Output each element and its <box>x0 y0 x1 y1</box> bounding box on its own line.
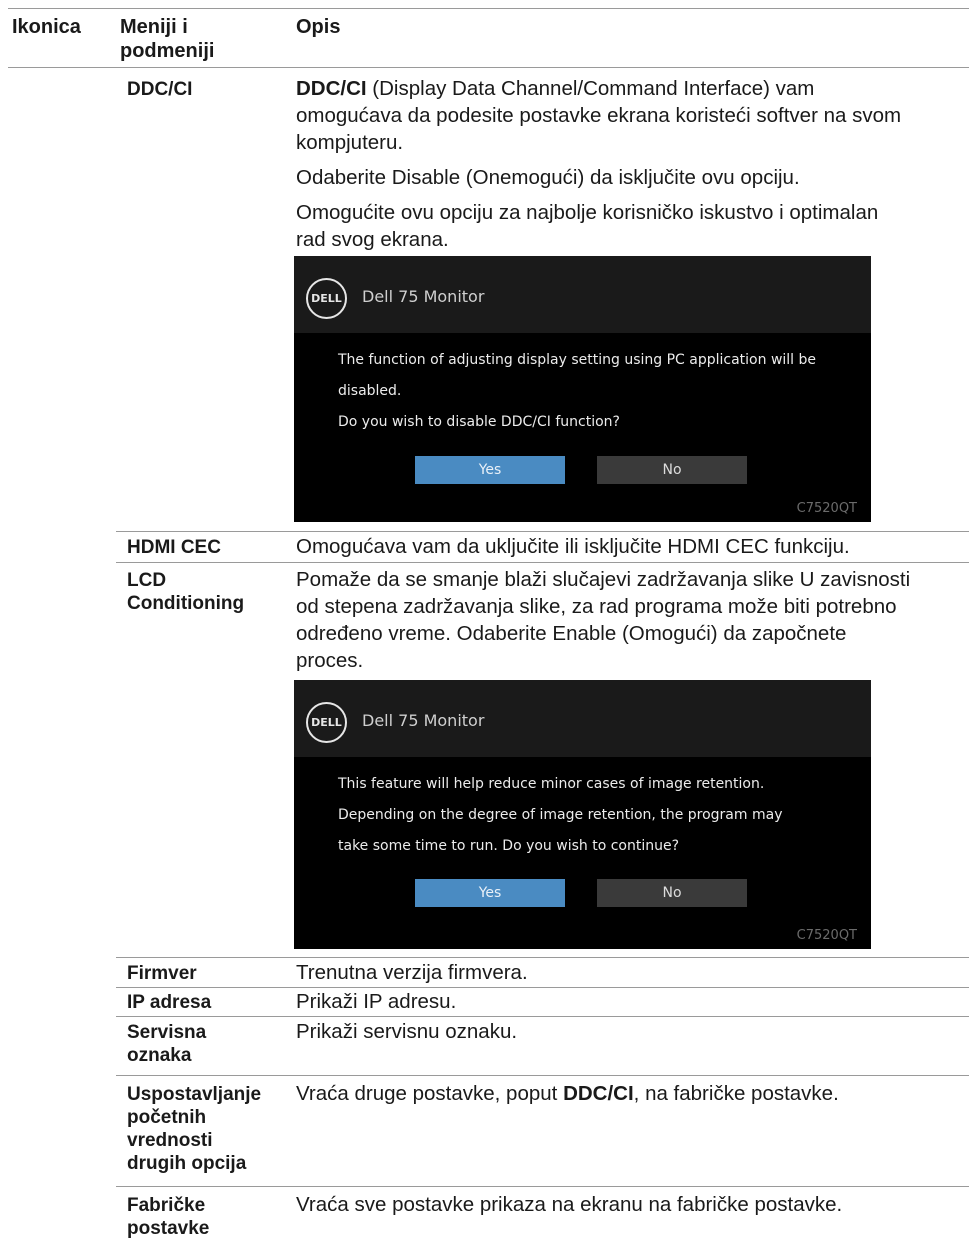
header-menu-line2: podmeniji <box>120 40 215 62</box>
osd-message-line3: Do you wish to disable DDC/CI function? <box>338 414 620 430</box>
row-rule-firmware <box>116 957 969 958</box>
header-rule <box>8 67 969 68</box>
row-rule-service-tag <box>116 1016 969 1017</box>
desc-lcd-line1: Pomaže da se smanje blaži slučajevi zadr… <box>296 568 911 591</box>
header-menu-line1: Meniji i <box>120 16 188 38</box>
menu-other-settings-reset: Uspostavljanje početnih vrednosti drugih… <box>127 1084 262 1174</box>
row-rule-other-reset <box>116 1075 969 1076</box>
desc-ddcci: DDC/CI (Display Data Channel/Command Int… <box>296 75 966 253</box>
dell-logo-icon: DELL <box>306 702 347 743</box>
osd-no-button[interactable]: No <box>597 879 747 907</box>
osd-message-line3: take some time to run. Do you wish to co… <box>338 838 680 854</box>
desc-ddcci-para3-line2: rad svog ekrana. <box>296 228 449 251</box>
osd-model-label: C7520QT <box>796 501 857 516</box>
desc-lcd-line3: određeno vreme. Odaberite Enable (Omoguć… <box>296 622 847 645</box>
menu-service-tag: Servisna oznaka <box>127 1022 207 1066</box>
osd-title: Dell 75 Monitor <box>362 287 485 306</box>
osd-dialog-ddcci: DELL Dell 75 Monitor The function of adj… <box>294 256 871 522</box>
desc-lcd-conditioning: Pomaže da se smanje blaži slučajevi zadr… <box>296 566 968 674</box>
dell-logo-icon: DELL <box>306 278 347 319</box>
desc-lcd-line4: proces. <box>296 649 364 672</box>
desc-service-tag: Prikaži servisnu oznaku. <box>296 1020 518 1043</box>
osd-title: Dell 75 Monitor <box>362 711 485 730</box>
enable-option-name: Enable <box>552 622 617 645</box>
osd-model-label: C7520QT <box>796 928 857 943</box>
desc-firmware: Trenutna verzija firmvera. <box>296 961 528 984</box>
menu-ddcci: DDC/CI <box>127 79 193 100</box>
osd-titlebar: DELL Dell 75 Monitor <box>294 256 871 333</box>
table-top-rule <box>8 8 969 9</box>
menu-factory-reset: Fabričke postavke <box>127 1195 210 1239</box>
menu-ip-address: IP adresa <box>127 992 212 1013</box>
osd-message-line1: The function of adjusting display settin… <box>338 352 817 368</box>
row-rule-lcd <box>116 562 969 563</box>
desc-ddcci-para2: Odaberite Disable (Onemogući) da isključ… <box>296 166 800 189</box>
menu-firmware: Firmver <box>127 963 197 984</box>
osd-titlebar: DELL Dell 75 Monitor <box>294 680 871 757</box>
desc-other-settings-reset: Vraća druge postavke, poput DDC/CI, na f… <box>296 1082 839 1105</box>
header-menu-column: Meniji i podmeniji <box>120 15 214 63</box>
menu-hdmi-cec: HDMI CEC <box>127 537 221 558</box>
osd-no-button[interactable]: No <box>597 456 747 484</box>
desc-ddcci-para3-line1: Omogućite ovu opciju za najbolje korisni… <box>296 201 879 224</box>
osd-message-line1: This feature will help reduce minor case… <box>338 776 765 792</box>
desc-ddcci-line3: kompjuteru. <box>296 131 404 154</box>
desc-ddcci-bold-term: DDC/CI <box>296 77 367 100</box>
menu-lcd-conditioning: LCD Conditioning <box>127 570 245 614</box>
header-icon-column: Ikonica <box>12 16 81 38</box>
disable-option-name: Disable <box>391 166 461 189</box>
osd-yes-button[interactable]: Yes <box>415 879 565 907</box>
osd-message-line2: Depending on the degree of image retenti… <box>338 807 783 823</box>
desc-hdmi-cec: Omogućava vam da uključite ili isključit… <box>296 535 850 558</box>
desc-ip-address: Prikaži IP adresu. <box>296 990 457 1013</box>
header-description-column: Opis <box>296 16 341 38</box>
desc-ddcci-line2: omogućava da podesite postavke ekrana ko… <box>296 104 902 127</box>
osd-yes-button[interactable]: Yes <box>415 456 565 484</box>
osd-message-line2: disabled. <box>338 383 402 399</box>
desc-factory-reset: Vraća sve postavke prikaza na ekranu na … <box>296 1193 843 1216</box>
desc-ddcci-line1: DDC/CI (Display Data Channel/Command Int… <box>296 77 815 100</box>
row-rule-factory-reset <box>116 1186 969 1187</box>
desc-lcd-line2: od stepena zadržavanja slike, za rad pro… <box>296 595 897 618</box>
ddcci-reference: DDC/CI <box>563 1082 634 1105</box>
row-rule-hdmi-cec <box>116 531 969 532</box>
osd-dialog-lcd-conditioning: DELL Dell 75 Monitor This feature will h… <box>294 680 871 949</box>
